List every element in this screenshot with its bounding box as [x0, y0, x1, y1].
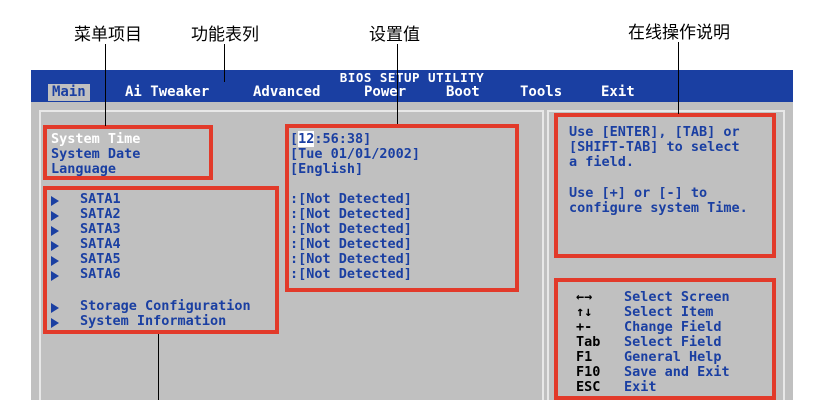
highlight-values	[285, 124, 519, 292]
highlight-submenus	[43, 186, 279, 334]
annotation-menu-items: 菜单项目	[74, 25, 142, 45]
menu-exit[interactable]: Exit	[601, 84, 635, 101]
highlight-menu-items	[43, 125, 213, 180]
highlight-help	[554, 113, 776, 258]
highlight-key-legend	[554, 278, 776, 400]
leader-line-submenus	[158, 334, 159, 400]
menu-main[interactable]: Main	[48, 84, 90, 101]
leader-line-function-list	[224, 44, 225, 82]
annotation-function-list: 功能表列	[191, 25, 259, 45]
menu-power[interactable]: Power	[364, 84, 406, 101]
menu-advanced[interactable]: Advanced	[253, 84, 320, 101]
annotation-online-help: 在线操作说明	[628, 23, 730, 43]
menu-tools[interactable]: Tools	[520, 84, 562, 101]
leader-line-settings-value	[397, 44, 398, 124]
menu-ai-tweaker[interactable]: Ai Tweaker	[125, 84, 209, 101]
leader-line-menu-items	[105, 44, 106, 126]
leader-line-online-help	[678, 42, 679, 114]
menu-boot[interactable]: Boot	[446, 84, 480, 101]
annotation-settings-value: 设置值	[369, 25, 420, 45]
